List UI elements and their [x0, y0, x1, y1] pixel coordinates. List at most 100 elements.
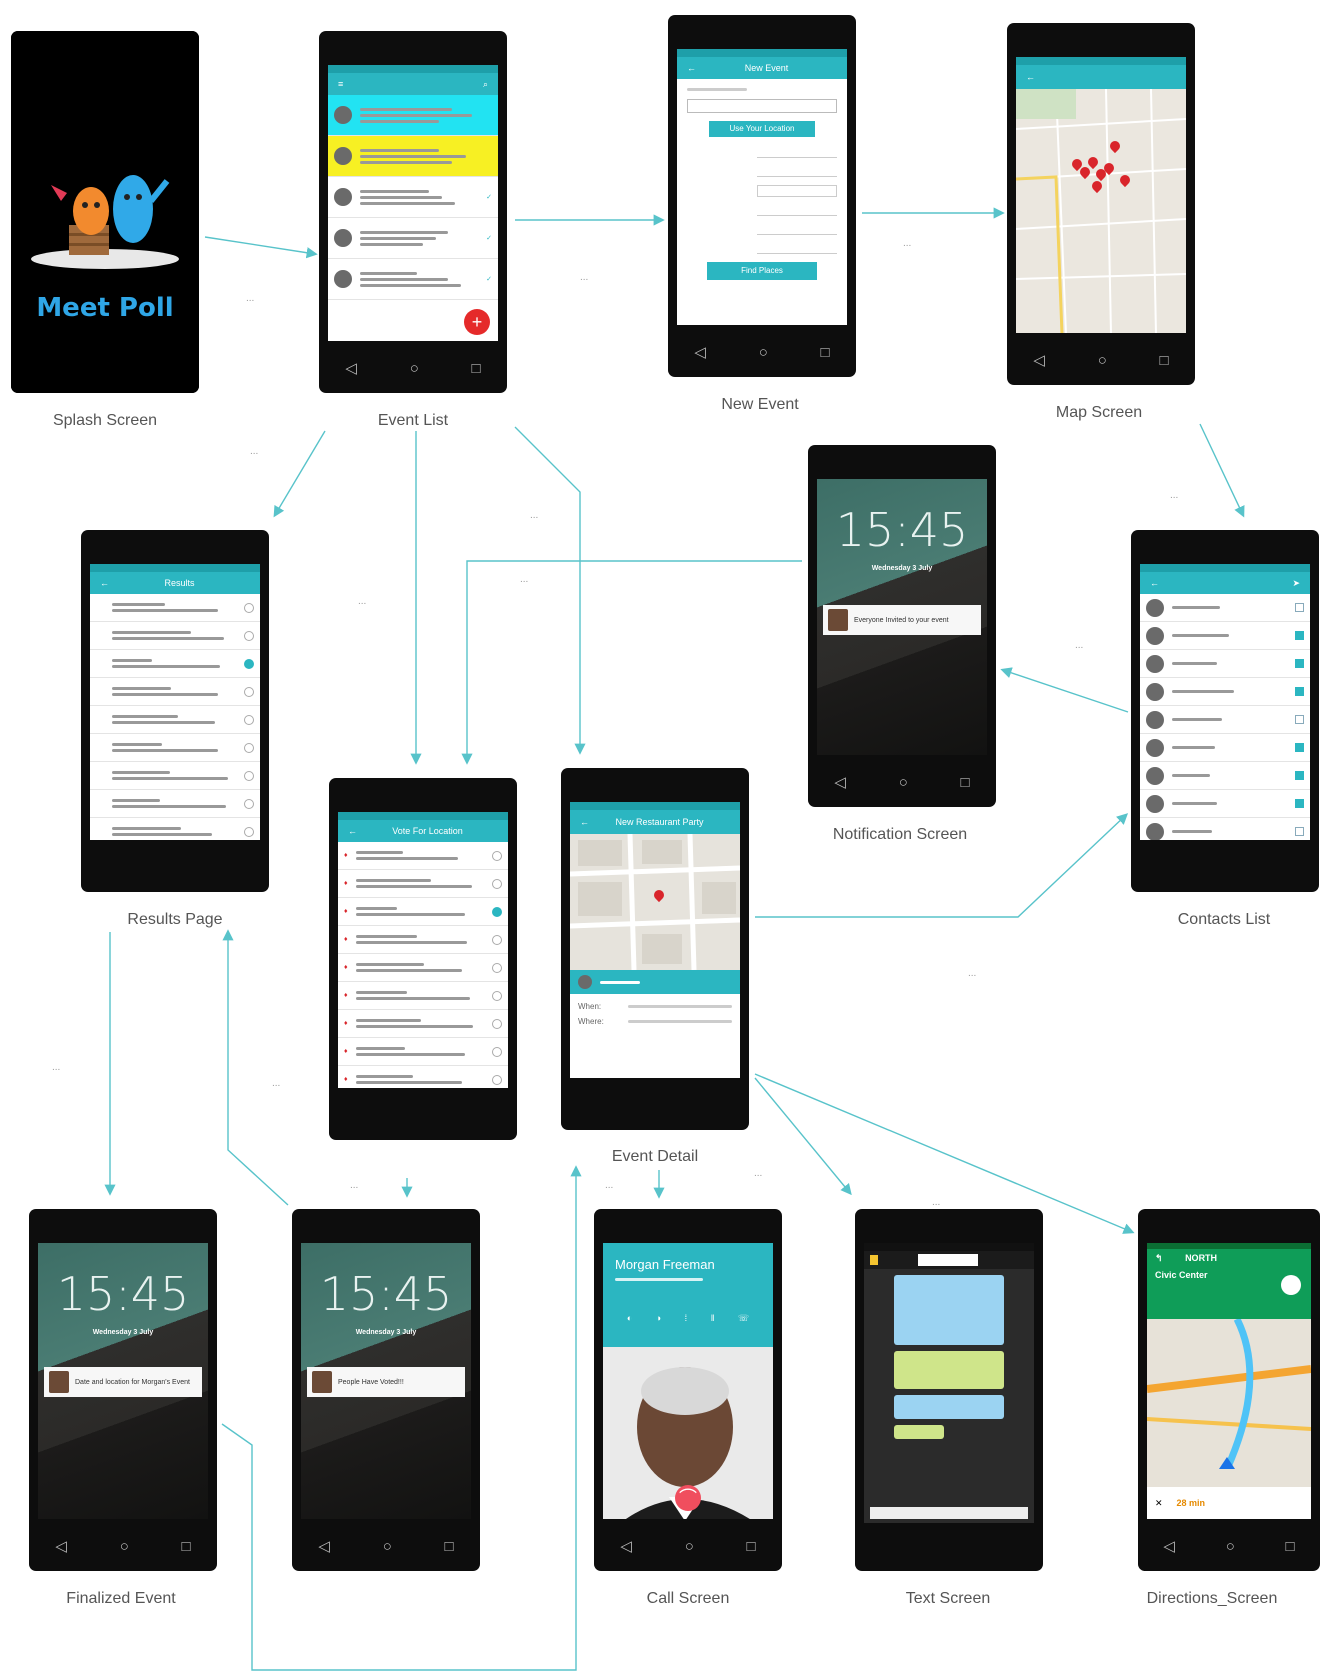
- vote-row[interactable]: ♦: [338, 954, 508, 982]
- vote-row[interactable]: ♦: [338, 870, 508, 898]
- contacts-phone: ← ➤: [1131, 530, 1319, 892]
- back-arrow-icon[interactable]: ←: [1150, 578, 1159, 588]
- close-icon[interactable]: ✕: [1155, 1498, 1163, 1509]
- arrow-peoplevoted-to-results: [222, 929, 289, 1206]
- home-icon[interactable]: ○: [120, 1538, 129, 1555]
- phone-icon[interactable]: ☏: [738, 1313, 749, 1324]
- message-input[interactable]: [870, 1507, 1028, 1519]
- form-field[interactable]: [757, 147, 837, 158]
- mute-icon[interactable]: ◐: [627, 1313, 632, 1324]
- menu-icon[interactable]: ≡: [338, 79, 343, 89]
- search-icon[interactable]: ⌕: [483, 79, 488, 90]
- back-icon[interactable]: ◁: [55, 1537, 67, 1555]
- vote-row[interactable]: ♦: [338, 1066, 508, 1088]
- result-row[interactable]: [90, 650, 260, 678]
- recents-icon[interactable]: □: [472, 360, 481, 377]
- lockscreen-date: Wednesday 3 July: [871, 565, 933, 572]
- back-arrow-icon[interactable]: ←: [1026, 72, 1035, 82]
- vote-row[interactable]: ♦: [338, 982, 508, 1010]
- home-icon[interactable]: ○: [759, 344, 768, 361]
- contact-row[interactable]: [1140, 622, 1310, 650]
- contact-row[interactable]: [1140, 706, 1310, 734]
- notification-card[interactable]: Date and location for Morgan's Event: [44, 1367, 202, 1397]
- back-icon[interactable]: ◁: [1163, 1537, 1175, 1555]
- event-row[interactable]: ✓: [328, 177, 498, 218]
- form-field[interactable]: [757, 205, 837, 216]
- recents-icon[interactable]: □: [182, 1538, 191, 1555]
- mic-icon[interactable]: [1281, 1275, 1301, 1295]
- back-icon[interactable]: ◁: [834, 773, 846, 791]
- result-row[interactable]: [90, 678, 260, 706]
- back-icon[interactable]: ◁: [620, 1537, 632, 1555]
- back-icon[interactable]: ◁: [318, 1537, 330, 1555]
- notification-card[interactable]: Everyone Invited to your event: [823, 605, 981, 635]
- contact-photo: [828, 609, 848, 631]
- recents-icon[interactable]: □: [445, 1538, 454, 1555]
- speaker-icon[interactable]: ◑: [656, 1313, 661, 1324]
- vote-row[interactable]: ♦: [338, 1038, 508, 1066]
- result-row[interactable]: [90, 706, 260, 734]
- map-view[interactable]: [1016, 89, 1186, 333]
- event-row[interactable]: ✓: [328, 218, 498, 259]
- form-field[interactable]: [757, 166, 837, 177]
- recents-icon[interactable]: □: [1160, 352, 1169, 369]
- directions-map[interactable]: [1147, 1319, 1311, 1469]
- vote-row[interactable]: ♦: [338, 926, 508, 954]
- contact-row[interactable]: [1140, 762, 1310, 790]
- recents-icon[interactable]: □: [961, 774, 970, 791]
- add-event-button[interactable]: +: [464, 309, 490, 335]
- event-row[interactable]: [328, 136, 498, 177]
- keypad-icon[interactable]: ⁞: [685, 1313, 688, 1324]
- home-icon[interactable]: ○: [1226, 1538, 1235, 1555]
- back-icon[interactable]: ◁: [694, 343, 706, 361]
- back-arrow-icon[interactable]: ←: [100, 578, 109, 588]
- event-map-view[interactable]: [570, 834, 740, 970]
- home-icon[interactable]: ○: [1098, 352, 1107, 369]
- send-icon[interactable]: ➤: [1292, 578, 1300, 589]
- address-input[interactable]: [687, 99, 837, 113]
- contact-name-field[interactable]: [918, 1254, 978, 1266]
- form-field[interactable]: [757, 185, 837, 197]
- back-icon[interactable]: ◁: [345, 359, 357, 377]
- recents-icon[interactable]: □: [747, 1538, 756, 1555]
- result-row[interactable]: [90, 594, 260, 622]
- home-icon[interactable]: ○: [383, 1538, 392, 1555]
- home-icon[interactable]: ○: [410, 360, 419, 377]
- road-name: NORTH: [1185, 1253, 1218, 1263]
- hold-icon[interactable]: ‖: [711, 1313, 715, 1324]
- attendees-bar[interactable]: [570, 970, 740, 994]
- back-icon[interactable]: ◁: [1033, 351, 1045, 369]
- back-arrow-icon[interactable]: ←: [348, 826, 357, 836]
- result-row[interactable]: [90, 762, 260, 790]
- end-call-button[interactable]: ⌒: [675, 1485, 701, 1511]
- contact-row[interactable]: [1140, 678, 1310, 706]
- form-field[interactable]: [757, 243, 837, 254]
- vote-row[interactable]: ♦: [338, 1010, 508, 1038]
- home-icon[interactable]: ○: [685, 1538, 694, 1555]
- finalized-screen: 15:45 Wednesday 3 July Date and location…: [38, 1243, 208, 1519]
- recents-icon[interactable]: □: [1286, 1538, 1295, 1555]
- event-row[interactable]: [328, 95, 498, 136]
- contact-row[interactable]: [1140, 790, 1310, 818]
- find-places-button[interactable]: Find Places: [707, 262, 817, 280]
- contact-row[interactable]: [1140, 818, 1310, 840]
- recents-icon[interactable]: □: [821, 344, 830, 361]
- contact-row[interactable]: [1140, 734, 1310, 762]
- result-row[interactable]: [90, 790, 260, 818]
- vote-row[interactable]: ♦: [338, 898, 508, 926]
- back-arrow-icon[interactable]: ←: [580, 817, 589, 827]
- vote-row[interactable]: ♦: [338, 842, 508, 870]
- event-row[interactable]: ✓: [328, 259, 498, 300]
- result-row[interactable]: [90, 734, 260, 762]
- notification-card[interactable]: People Have Voted!!!: [307, 1367, 465, 1397]
- contact-row[interactable]: [1140, 594, 1310, 622]
- avatar: [1146, 738, 1164, 757]
- android-nav-bar: ◁ ○ □: [319, 351, 507, 385]
- home-icon[interactable]: ○: [899, 774, 908, 791]
- result-row[interactable]: [90, 622, 260, 650]
- use-location-button[interactable]: Use Your Location: [709, 121, 815, 137]
- back-arrow-icon[interactable]: ←: [687, 63, 696, 73]
- result-row[interactable]: [90, 818, 260, 840]
- contact-row[interactable]: [1140, 650, 1310, 678]
- form-field[interactable]: [757, 224, 837, 235]
